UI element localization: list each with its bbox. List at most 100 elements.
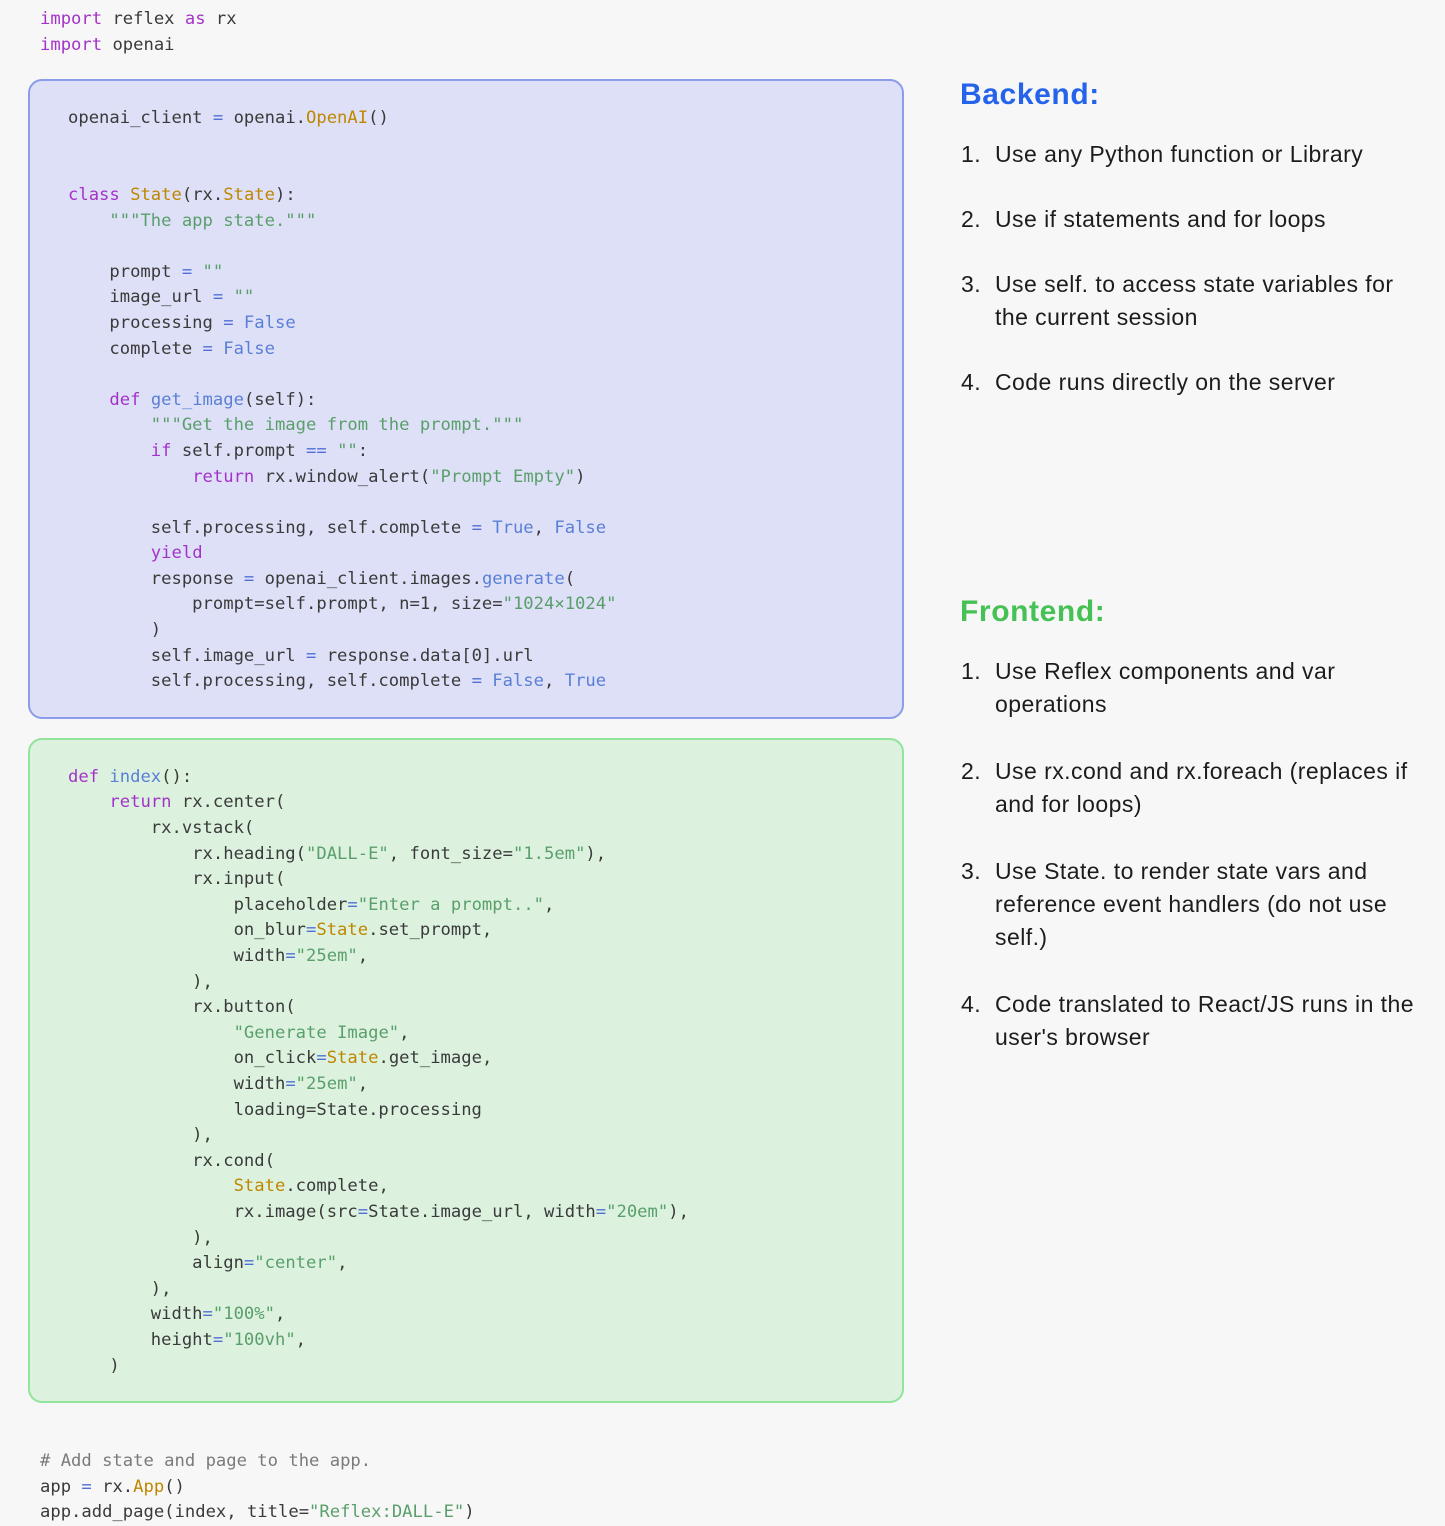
code-token: ), (68, 1227, 213, 1248)
code-token: width (68, 946, 286, 966)
code-line: "Generate Image", (68, 1021, 882, 1047)
list-item-text: Code runs directly on the server (995, 369, 1336, 395)
code-line: app.add_page(index, title="Reflex:DALL-E… (40, 1500, 930, 1526)
code-token: = (212, 287, 234, 308)
code-token: app (40, 1476, 82, 1497)
code-token: openai_client (68, 108, 213, 129)
code-token: self.prompt (181, 440, 307, 461)
list-item-number: 4. (961, 369, 982, 395)
list-item: 2. Use if statements and for loops (946, 203, 1425, 236)
code-line: """The app state.""" (68, 209, 882, 235)
code-token: .complete, (285, 1176, 389, 1197)
code-token: ) (464, 1502, 475, 1523)
code-token: reflex (112, 9, 185, 29)
code-token: ) (575, 466, 586, 487)
code-token: "center" (254, 1253, 338, 1274)
code-line: self.processing, self.complete = False, … (68, 669, 882, 695)
code-token: False (492, 671, 545, 692)
code-token: , (544, 894, 555, 915)
code-line: return rx.center( (68, 790, 882, 816)
backend-code-block: openai_client = openai.OpenAI() class St… (28, 79, 904, 719)
code-token: , (399, 1022, 410, 1043)
code-token: loading=State.processing (68, 1099, 482, 1120)
code-line: ), (68, 1123, 882, 1149)
code-token: .set_prompt, (368, 920, 493, 941)
code-token: import (40, 9, 113, 29)
code-token: as (184, 9, 216, 29)
code-token: , font_size= (388, 843, 513, 864)
code-line: self.processing, self.complete = True, F… (68, 516, 882, 542)
code-token: "25em" (295, 946, 358, 966)
list-item-text: Use any Python function or Library (995, 141, 1364, 167)
code-token: on_blur (68, 920, 306, 941)
code-token: "20em" (606, 1201, 669, 1222)
code-line: import reflex as rx (40, 7, 930, 33)
code-line: yield (68, 541, 882, 567)
code-token: yield (150, 543, 203, 564)
code-line: self.image_url = response.data[0].url (68, 644, 882, 670)
code-token: rx.button( (68, 997, 296, 1018)
code-token: OpenAI (306, 108, 369, 129)
list-item: 3. Use self. to access state variables fo… (946, 268, 1425, 334)
code-token: State (130, 184, 182, 205)
code-line: def get_image(self): (68, 388, 882, 414)
code-token: "100%" (212, 1304, 275, 1325)
code-line: rx.input( (68, 867, 882, 893)
code-token: image_url (68, 287, 213, 308)
code-line: ), (68, 1277, 882, 1303)
code-line: import openai (40, 33, 930, 59)
code-token: prompt=self.prompt, n=1, size= (68, 594, 503, 615)
code-token: False (243, 312, 296, 333)
code-line: def index(): (68, 765, 882, 791)
code-line: ), (68, 1226, 882, 1252)
code-token: = (316, 1048, 327, 1069)
code-line: rx.heading("DALL-E", font_size="1.5em"), (68, 842, 882, 868)
code-line: ) (68, 1354, 882, 1380)
code-token: class (68, 184, 131, 205)
frontend-section: Frontend: 1. Use Reflex components and va… (946, 595, 1425, 1054)
code-token: "DALL-E" (306, 843, 389, 864)
frontend-code-block: def index(): return rx.center( rx.vstack… (28, 737, 904, 1404)
code-token: ): (275, 184, 296, 205)
explanation-column: Backend: 1. Use any Python function or Li… (930, 0, 1445, 1088)
import-statements: import reflex as rx import openai (0, 7, 930, 58)
code-line: processing = False (68, 311, 882, 337)
code-token: App (133, 1476, 165, 1497)
code-token: = (81, 1476, 103, 1497)
code-token: State.image_url, width (368, 1201, 596, 1222)
code-token: import (40, 34, 113, 55)
list-item-text: Use if statements and for loops (995, 206, 1326, 232)
code-line: width="25em", (68, 1072, 882, 1098)
code-line: complete = False (68, 337, 882, 363)
code-token: "25em" (295, 1073, 358, 1094)
frontend-list: 1. Use Reflex components and var operatio… (946, 655, 1425, 1054)
code-token: = (471, 517, 493, 538)
code-token: # Add state and page to the app. (40, 1451, 372, 1472)
code-token: = (595, 1201, 607, 1222)
code-token: ) (68, 1355, 120, 1376)
list-item: 3. Use State. to render state vars and re… (946, 855, 1425, 954)
code-token: == (306, 440, 338, 461)
code-line: width="25em", (68, 944, 882, 970)
code-token: openai (112, 34, 175, 55)
code-token: = (202, 1304, 213, 1325)
code-token: "Generate Image" (233, 1022, 400, 1043)
code-token: rx.image(src (68, 1201, 358, 1222)
code-line: image_url = "" (68, 285, 882, 311)
code-line: State.complete, (68, 1174, 882, 1200)
code-token: (rx. (181, 184, 224, 205)
code-token: rx.vstack( (68, 818, 255, 839)
code-token: width (68, 1073, 286, 1094)
code-token: , (533, 517, 555, 538)
code-line: rx.cond( (68, 1149, 882, 1175)
code-token: False (554, 517, 607, 538)
list-item: 2. Use rx.cond and rx.foreach (replaces i… (946, 755, 1425, 821)
list-item-number: 3. (961, 858, 982, 884)
code-token: = (347, 894, 358, 915)
list-item-text: Use self. to access state variables for … (995, 271, 1394, 330)
code-token: = (223, 312, 244, 333)
